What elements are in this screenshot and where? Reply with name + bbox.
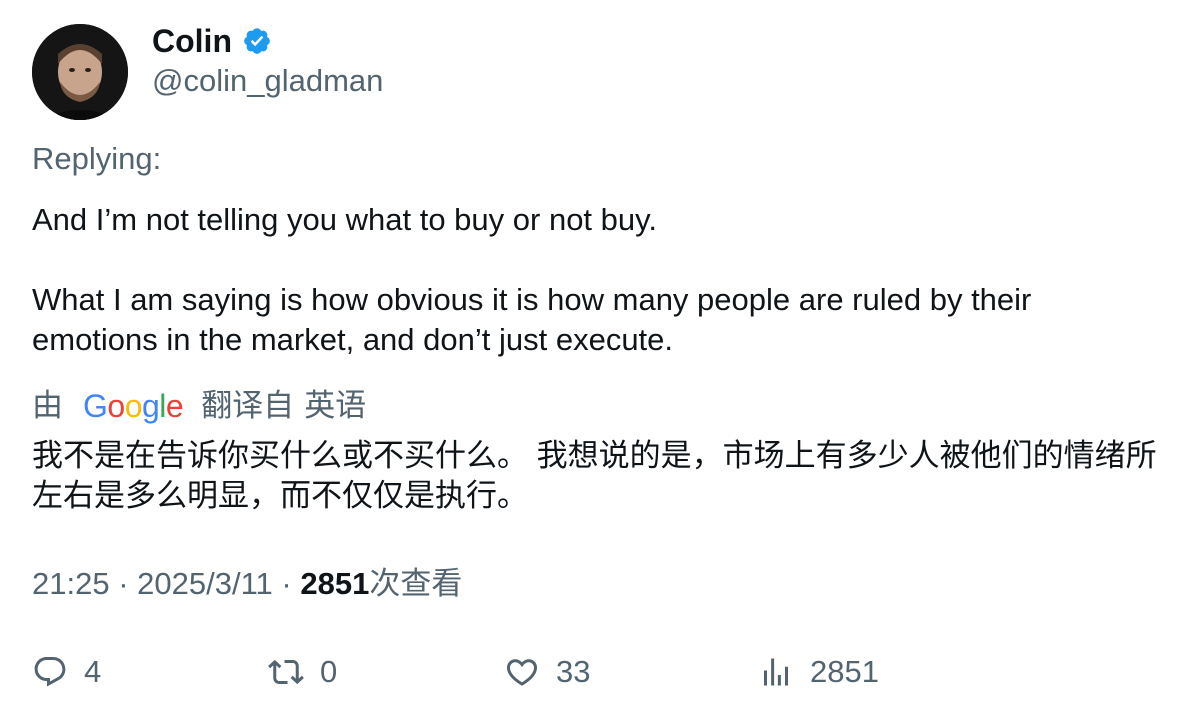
translated-from-label: 翻译自	[201, 388, 295, 423]
tweet-time[interactable]: 21:25	[32, 566, 110, 601]
action-bar: 4 0 33 2851	[0, 648, 1196, 696]
avatar-photo	[32, 24, 128, 120]
reply-count: 4	[84, 654, 102, 689]
translation-prefix: 由	[32, 388, 63, 423]
tweet-paragraph: And I’m not telling you what to buy or n…	[32, 202, 657, 237]
reply-icon	[34, 657, 66, 687]
views-button[interactable]: 2851	[758, 648, 879, 696]
translated-text: 我不是在告诉你买什么或不买什么。 我想说的是，市场上有多少人被他们的情绪所左右是…	[32, 438, 1157, 513]
tweet-date[interactable]: 2025/3/11	[137, 566, 273, 601]
avatar[interactable]	[32, 24, 128, 120]
views-count-action: 2851	[810, 654, 879, 689]
heart-icon	[506, 659, 538, 686]
retweet-button[interactable]: 0	[268, 648, 337, 696]
like-count: 33	[556, 654, 591, 689]
meta-separator: ·	[118, 566, 129, 601]
reply-button[interactable]: 4	[32, 648, 101, 696]
views-count: 2851	[300, 566, 370, 601]
views-label: 次查看	[369, 566, 463, 601]
google-logo: Google	[83, 388, 184, 424]
analytics-icon	[764, 658, 788, 686]
replying-label: Replying:	[32, 141, 162, 176]
tweet-text: And I’m not telling you what to buy or n…	[32, 200, 1162, 360]
author-name[interactable]: Colin	[152, 22, 272, 60]
tweet-meta: 21:25 · 2025/3/11 · 2851次查看	[32, 564, 462, 604]
tweet-paragraph: What I am saying is how obvious it is ho…	[32, 282, 1032, 357]
retweet-count: 0	[320, 654, 338, 689]
source-language: 英语	[304, 388, 367, 423]
verified-badge-icon	[242, 26, 272, 56]
meta-separator: ·	[281, 566, 292, 601]
translation-attribution: 由 Google 翻译自 英语	[32, 386, 366, 426]
author-display-name[interactable]: Colin	[152, 22, 232, 60]
retweet-icon	[268, 659, 304, 685]
like-button[interactable]: 33	[504, 648, 590, 696]
author-handle[interactable]: @colin_gladman	[152, 62, 383, 100]
